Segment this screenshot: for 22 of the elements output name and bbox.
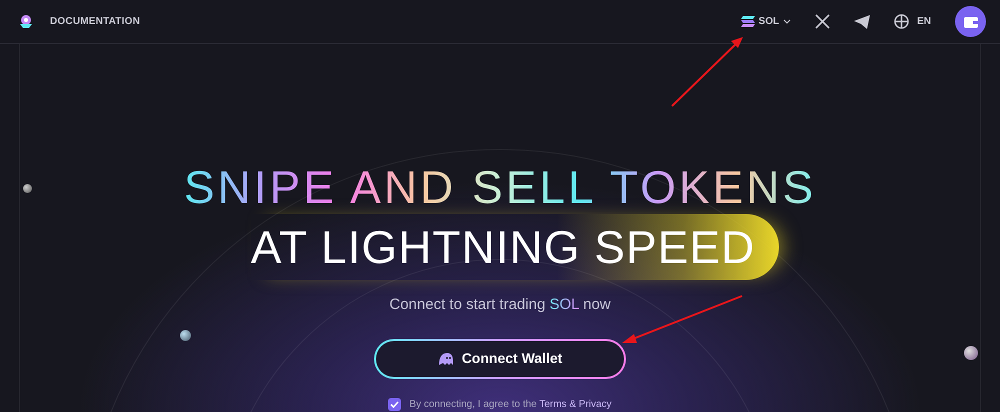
chevron-down-icon: [783, 19, 792, 24]
planet-drawing: [180, 330, 191, 341]
terms-link[interactable]: Terms & Privacy: [539, 398, 612, 410]
planet-drawing: [964, 346, 978, 360]
language-selector[interactable]: EN: [894, 14, 931, 29]
consent-checkbox[interactable]: [388, 398, 402, 410]
checkmark-icon: [390, 400, 400, 408]
documentation-link[interactable]: DOCUMENTATION: [50, 14, 140, 29]
consent-text: By connecting, I agree to the Terms & Privacy: [409, 398, 612, 412]
rocket-logo-icon[interactable]: [18, 14, 34, 30]
planet-drawing: [23, 184, 32, 193]
network-selector[interactable]: SOL: [740, 14, 792, 29]
connect-wallet-button[interactable]: Connect Wallet: [374, 338, 626, 378]
x-logo-icon[interactable]: [815, 14, 830, 29]
solana-logo-icon: [740, 16, 755, 27]
hero-title: AT LIGHTNING SPEED: [250, 214, 780, 280]
wallet-button[interactable]: [955, 6, 986, 37]
globe-icon: [894, 14, 910, 29]
ghost-icon: [438, 352, 454, 364]
wallet-icon: [964, 15, 978, 28]
subtitle: Connect to start trading SOL now: [389, 295, 611, 315]
paper-plane-icon[interactable]: [854, 14, 870, 28]
